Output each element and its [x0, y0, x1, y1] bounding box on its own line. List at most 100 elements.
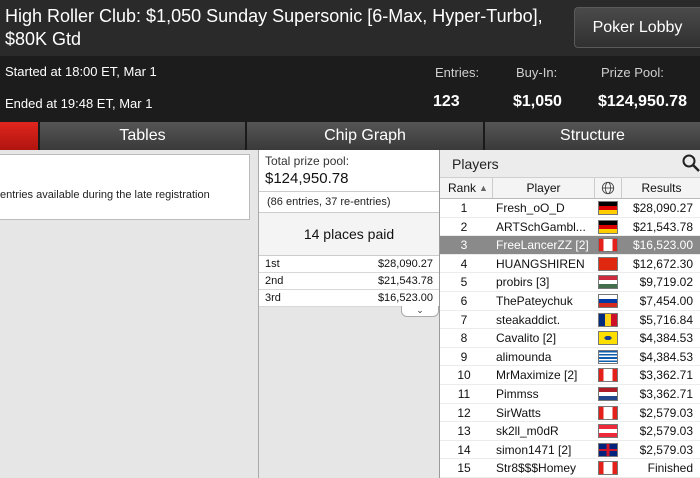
buyin-label: Buy-In:: [516, 65, 558, 80]
players-header: Players: [440, 150, 700, 178]
player-result: $2,579.03: [639, 424, 693, 439]
player-row[interactable]: 13 sk2ll_m0dR $2,579.03: [440, 422, 700, 441]
tab-structure[interactable]: Structure: [485, 122, 700, 150]
player-row[interactable]: 7 steakaddict. $5,716.84: [440, 311, 700, 330]
player-name: MrMaximize [2]: [496, 368, 578, 383]
player-name: Fresh_oO_D: [496, 201, 565, 215]
player-rank: 1: [460, 201, 468, 215]
total-prize-label: Total prize pool:: [265, 154, 350, 168]
player-name: sk2ll_m0dR: [496, 424, 559, 439]
total-prize-pool: Total prize pool: $124,950.78: [259, 150, 439, 192]
title-bar: High Roller Club: $1,050 Sunday Superson…: [0, 0, 700, 56]
player-rank: 6: [460, 293, 468, 308]
player-result: $4,384.53: [639, 331, 693, 346]
player-row[interactable]: 15 Str8$$$Homey Finished: [440, 459, 700, 478]
entries-note: (86 entries, 37 re-entries): [259, 192, 439, 213]
player-rank: 8: [460, 331, 468, 346]
player-name: Pimmss: [496, 386, 539, 401]
player-name: ThePateychuk: [496, 293, 573, 308]
brazil-flag-icon: [598, 331, 618, 346]
tournament-description: entries available during the late regist…: [0, 154, 250, 220]
player-name: Cavalito [2]: [496, 331, 557, 346]
player-rank: 5: [460, 275, 468, 290]
player-row[interactable]: 5 probirs [3] $9,719.02: [440, 273, 700, 292]
payout-row: 2nd $21,543.78: [259, 273, 439, 290]
player-row[interactable]: 10 MrMaximize [2] $3,362.71: [440, 366, 700, 385]
player-rank: 14: [457, 442, 471, 457]
player-rank: 12: [457, 405, 471, 420]
player-result: $3,362.71: [639, 368, 693, 383]
austria-flag-icon: [598, 424, 618, 439]
tab-chip-graph[interactable]: Chip Graph: [247, 122, 485, 150]
player-name: Str8$$$Homey: [496, 461, 577, 476]
player-rank: 11: [457, 386, 471, 401]
search-icon[interactable]: [681, 153, 700, 173]
players-panel: Players Rank ▲ Player Results 1 Fresh_oO_…: [439, 150, 700, 478]
player-name: steakaddict.: [496, 312, 561, 327]
player-row[interactable]: 8 Cavalito [2] $4,384.53: [440, 329, 700, 348]
player-name: alimounda: [496, 349, 552, 364]
player-result: $9,719.02: [639, 275, 693, 290]
player-name: FreeLancerZZ [2]: [496, 238, 589, 253]
end-time: Ended at 19:48 ET, Mar 1: [5, 96, 153, 111]
romania-flag-icon: [598, 312, 618, 327]
player-row[interactable]: 2 ARTSchGambl... $21,543.78: [440, 218, 700, 237]
payout-row: 1st $28,090.27: [259, 256, 439, 273]
prize-pool-label: Prize Pool:: [601, 65, 664, 80]
tab-tables[interactable]: Tables: [40, 122, 247, 150]
globe-icon[interactable]: [595, 178, 622, 198]
player-row[interactable]: 12 SirWatts $2,579.03: [440, 404, 700, 423]
player-rank: 2: [460, 219, 468, 234]
player-result: $12,672.30: [632, 256, 693, 271]
tab-info[interactable]: [0, 122, 40, 150]
entries-note-text: (86 entries, 37 re-entries): [267, 196, 391, 208]
payout-amount: $21,543.78: [377, 275, 433, 287]
entries-value: 123: [433, 93, 460, 110]
player-rank: 4: [460, 256, 468, 271]
players-list: 1 Fresh_oO_D $28,090.27 2 ARTSchGambl... $21,…: [440, 199, 700, 478]
prize-panel: Total prize pool: $124,950.78 (86 entrie…: [258, 150, 440, 478]
player-row[interactable]: 6 ThePateychuk $7,454.00: [440, 292, 700, 311]
uk-flag-icon: [598, 442, 618, 457]
payout-table: 1st $28,090.27 2nd $21,543.78 3rd $16,52…: [259, 256, 439, 307]
player-row[interactable]: 9 alimounda $4,384.53: [440, 348, 700, 367]
entries-label: Entries:: [435, 65, 480, 80]
player-result: $2,579.03: [639, 405, 693, 420]
player-row[interactable]: 14 simon1471 [2] $2,579.03: [440, 441, 700, 460]
player-rank: 7: [460, 312, 468, 327]
russia-flag-icon: [598, 293, 618, 308]
china-flag-icon: [598, 256, 618, 271]
payout-place: 3rd: [265, 292, 281, 304]
payout-amount: $28,090.27: [377, 258, 433, 270]
germany-flag-icon: [598, 219, 618, 234]
player-name: simon1471 [2]: [496, 442, 572, 457]
player-name: HUANGSHIREN: [496, 256, 585, 271]
player-column-header[interactable]: Player: [493, 178, 595, 198]
player-row[interactable]: 4 HUANGSHIREN $12,672.30: [440, 255, 700, 274]
player-result: $5,716.84: [639, 312, 693, 327]
canada-flag-icon: [598, 405, 618, 420]
results-column-header[interactable]: Results: [622, 178, 700, 198]
player-row[interactable]: 3 FreeLancerZZ [2] $16,523.00: [440, 236, 700, 255]
player-name: probirs [3]: [496, 275, 550, 290]
tab-bar: Tables Chip Graph Structure: [0, 122, 700, 150]
tournament-title: High Roller Club: $1,050 Sunday Superson…: [5, 6, 543, 49]
main-content: entries available during the late regist…: [0, 150, 700, 478]
player-result: $3,362.71: [639, 386, 693, 401]
player-row[interactable]: 1 Fresh_oO_D $28,090.27: [440, 199, 700, 218]
late-registration-text: entries available during the late regist…: [0, 189, 210, 201]
rank-column-header[interactable]: Rank ▲: [440, 178, 493, 198]
places-paid: 14 places paid: [259, 213, 439, 256]
prize-pool-value: $124,950.78: [598, 93, 687, 110]
payout-amount: $16,523.00: [377, 292, 433, 304]
netherlands-flag-icon: [598, 386, 618, 401]
player-name: SirWatts: [496, 405, 541, 420]
expand-chevron-icon[interactable]: ⌄: [401, 306, 439, 317]
players-column-header: Rank ▲ Player Results: [440, 178, 700, 199]
total-prize-value: $124,950.78: [265, 170, 349, 187]
canada-flag-icon: [598, 368, 618, 383]
poker-lobby-button[interactable]: Poker Lobby: [574, 7, 700, 48]
canada-flag-icon: [598, 238, 618, 253]
player-row[interactable]: 11 Pimmss $3,362.71: [440, 385, 700, 404]
player-result: $16,523.00: [632, 238, 693, 253]
